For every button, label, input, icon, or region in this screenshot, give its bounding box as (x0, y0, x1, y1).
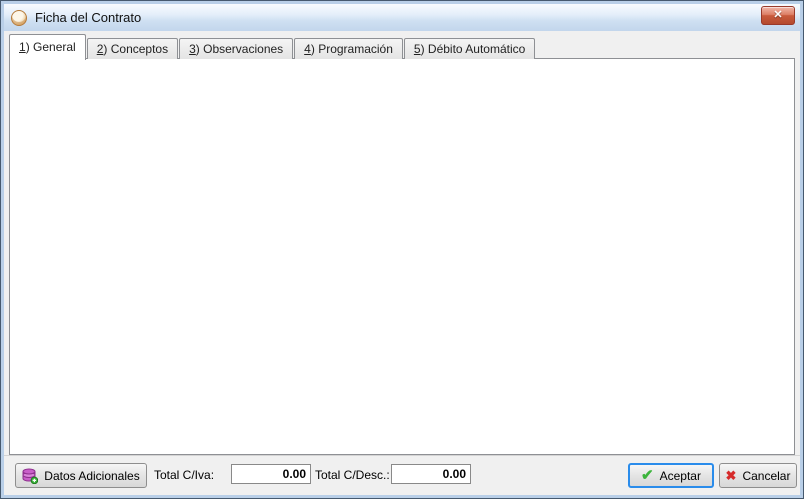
tab-general[interactable]: 1) General (9, 34, 86, 60)
total-iva-label: Total C/Iva: (154, 466, 214, 484)
general-tab-panel (9, 58, 795, 455)
cancelar-label: Cancelar (742, 469, 790, 483)
tab-strip: 1) General 2) Conceptos 3) Observaciones… (9, 34, 536, 59)
footer-bar: Datos Adicionales Total C/Iva: 0.00 Tota… (4, 455, 800, 495)
app-icon (11, 10, 27, 26)
tab-conceptos[interactable]: 2) Conceptos (87, 38, 178, 59)
check-icon: ✔ (641, 468, 654, 483)
close-icon: ✕ (773, 9, 782, 21)
tab-observaciones[interactable]: 3) Observaciones (179, 38, 293, 59)
close-button[interactable]: ✕ (761, 6, 795, 25)
tab-programacion[interactable]: 4) Programación (294, 38, 403, 59)
tab-debito-automatico[interactable]: 5) Débito Automático (404, 38, 535, 59)
datos-adicionales-label: Datos Adicionales (44, 469, 139, 483)
dialog-client-area: 1) General 2) Conceptos 3) Observaciones… (4, 31, 800, 495)
database-add-icon (22, 468, 38, 484)
title-bar[interactable]: Ficha del Contrato (4, 4, 800, 31)
aceptar-label: Aceptar (660, 469, 701, 483)
aceptar-button[interactable]: ✔ Aceptar (628, 463, 714, 488)
total-desc-label: Total C/Desc.: (315, 466, 390, 484)
datos-adicionales-button[interactable]: Datos Adicionales (15, 463, 147, 488)
total-desc-field: 0.00 (391, 464, 471, 484)
cancelar-button[interactable]: ✖ Cancelar (719, 463, 797, 488)
window-title: Ficha del Contrato (35, 10, 141, 25)
total-iva-field: 0.00 (231, 464, 311, 484)
ficha-del-contrato-dialog: Ficha del Contrato ✕ 1) General 2) Conce… (0, 0, 804, 499)
cross-icon: ✖ (726, 469, 737, 482)
